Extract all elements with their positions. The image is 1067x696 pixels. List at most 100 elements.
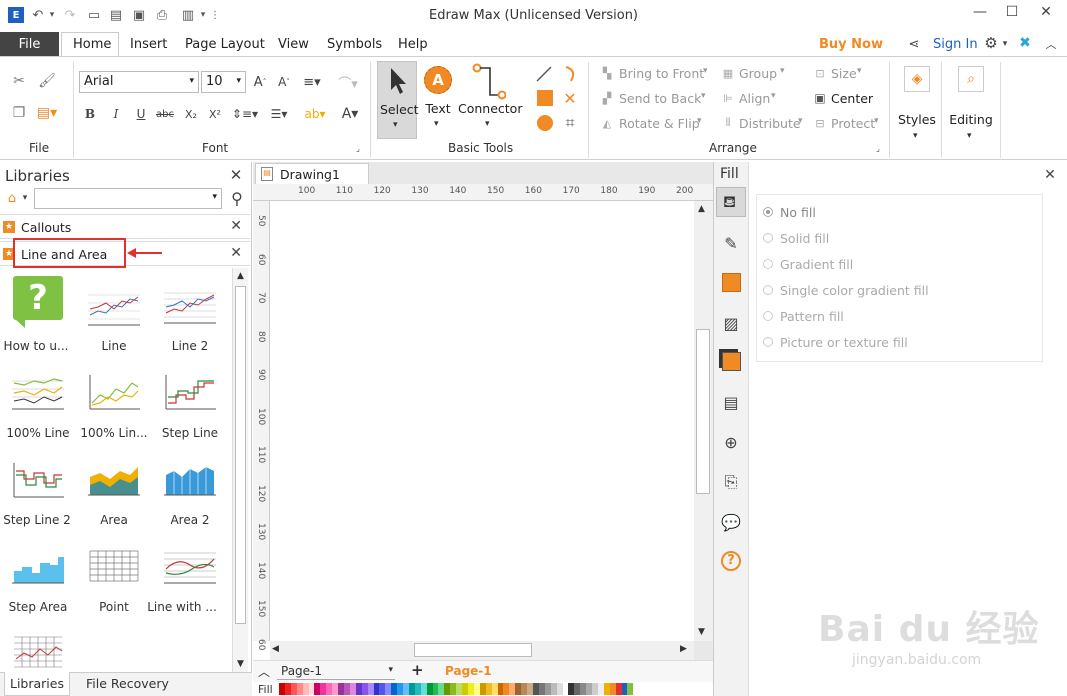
copy-icon[interactable]: ❐ (10, 104, 28, 122)
collapse-ribbon-icon[interactable]: ︿ (1044, 36, 1058, 52)
align-button[interactable]: Align (739, 91, 770, 106)
fill-option-label[interactable]: Solid fill (780, 231, 829, 246)
font-dialog-launcher-icon[interactable]: ⌟ (353, 143, 363, 153)
close-section-icon[interactable]: ✕ (230, 218, 242, 234)
page-select[interactable]: Page-1 ▾ (277, 663, 395, 680)
text-align-icon[interactable]: ≡▾ (300, 73, 324, 91)
select-tool-button[interactable]: Select ▾ (377, 61, 419, 139)
fill-radio-no-fill[interactable] (763, 207, 773, 217)
grow-font-icon[interactable]: A ˄ (252, 73, 268, 91)
strikethrough-icon[interactable]: abc (156, 106, 174, 122)
area-chart-thumb[interactable] (86, 452, 142, 508)
close-libraries-icon[interactable]: ✕ (228, 166, 244, 184)
fill-option-label[interactable]: Gradient fill (780, 257, 853, 272)
line-shape-icon[interactable] (535, 65, 553, 83)
subscript-icon[interactable]: X₂ (183, 106, 199, 122)
help-icon[interactable]: ? (721, 551, 741, 571)
bring-to-front-button[interactable]: Bring to Front (619, 66, 704, 81)
canvas-hscroll-thumb[interactable] (414, 643, 532, 657)
scroll-up-icon[interactable]: ▲ (233, 268, 248, 284)
maximize-button[interactable]: ☐ (1000, 4, 1024, 24)
color-swatch[interactable] (627, 683, 634, 695)
scroll-up-icon[interactable]: ▲ (698, 204, 705, 214)
editing-button[interactable]: ⌕ Editing ▾ (948, 63, 994, 147)
shrink-font-icon[interactable]: A ˅ (276, 73, 292, 91)
fill-option-label[interactable]: Single color gradient fill (780, 283, 929, 298)
tab-help[interactable]: Help (398, 37, 428, 52)
canvas-vscroll-thumb[interactable] (696, 329, 710, 494)
font-color-icon[interactable]: A▾ (336, 105, 364, 123)
send-to-back-button[interactable]: Send to Back (619, 91, 701, 106)
chevron-down-icon[interactable]: ▾ (780, 66, 785, 76)
text-tool-button[interactable]: A Text ▾ (423, 63, 455, 139)
line-style-icon[interactable]: ✎ (719, 231, 743, 255)
library-scrollbar[interactable]: ▲ ▼ (232, 268, 248, 672)
chevron-down-icon[interactable]: ▾ (874, 116, 879, 126)
chevron-down-icon[interactable]: ▾ (701, 91, 706, 101)
fill-option-label[interactable]: Pattern fill (780, 309, 844, 324)
fill-radio-gradient[interactable] (763, 259, 773, 269)
step-line-2-thumb[interactable] (10, 454, 66, 510)
library-section-callouts[interactable]: ★ Callouts ✕ (0, 214, 250, 239)
brand-x-icon[interactable]: ✖ (1017, 35, 1033, 51)
rotate-flip-button[interactable]: Rotate & Flip (619, 116, 700, 131)
chevron-down-icon[interactable]: ▾ (798, 116, 803, 126)
tab-symbols[interactable]: Symbols (327, 37, 382, 52)
tab-page-layout[interactable]: Page Layout (185, 37, 265, 52)
library-scroll-thumb[interactable] (235, 286, 246, 624)
step-line-thumb[interactable] (162, 366, 218, 422)
fill-radio-solid[interactable] (763, 233, 773, 243)
document-tab[interactable]: ▤ Drawing1 (255, 163, 369, 185)
line-spacing-icon[interactable]: ⇕≡▾ (231, 106, 259, 122)
italic-icon[interactable]: I (109, 106, 123, 122)
cross-shape-icon[interactable]: ✕ (561, 89, 579, 108)
fill-panel-button[interactable]: ⛾ (716, 187, 746, 217)
area-2-chart-thumb[interactable] (162, 452, 218, 508)
settings-gear-icon[interactable]: ⚙ (983, 34, 999, 52)
chevron-down-icon[interactable]: ▾ (771, 91, 776, 101)
fill-option-label[interactable]: No fill (780, 205, 816, 220)
bold-icon[interactable]: B (83, 106, 97, 122)
home-icon[interactable]: ⌂ (4, 190, 20, 206)
bullets-icon[interactable]: ☰▾ (265, 106, 293, 122)
attachment-icon[interactable]: ⎘ (719, 470, 743, 494)
cut-icon[interactable]: ✂ (10, 72, 28, 90)
line-2-chart-thumb[interactable] (162, 280, 218, 336)
canvas-vertical-scrollbar[interactable]: ▲ ▼ (694, 201, 713, 641)
rectangle-shape-icon[interactable] (537, 90, 553, 106)
layers-icon[interactable] (722, 352, 741, 371)
scroll-left-icon[interactable]: ◀ (272, 644, 279, 654)
minimize-button[interactable]: — (968, 4, 992, 24)
image-icon[interactable]: ▨ (719, 311, 743, 335)
100-percent-line-2-thumb[interactable] (86, 366, 142, 422)
sign-in-link[interactable]: Sign In (933, 37, 978, 52)
comment-icon[interactable]: 💬 (719, 510, 743, 534)
chevron-down-icon[interactable]: ▾ (857, 66, 862, 76)
chevron-down-icon[interactable]: ▾ (697, 116, 702, 126)
point-chart-thumb[interactable] (86, 540, 142, 596)
collapse-page-bar-icon[interactable]: ︿ (258, 663, 270, 680)
superscript-icon[interactable]: X² (207, 106, 223, 122)
paste-icon[interactable]: ▤▾ (36, 104, 58, 122)
center-button[interactable]: Center (831, 91, 873, 106)
scroll-right-icon[interactable]: ▶ (680, 644, 687, 654)
library-search-input[interactable]: ▾ (34, 188, 222, 209)
hyperlink-globe-icon[interactable]: ⊕ (719, 430, 743, 454)
how-to-help-icon[interactable]: ? (13, 276, 63, 320)
text-direction-icon[interactable]: ⌒▾ (334, 73, 362, 92)
close-fill-panel-icon[interactable]: ✕ (1042, 166, 1058, 184)
ellipse-shape-icon[interactable] (537, 115, 553, 131)
font-size-select[interactable]: 10 ▾ (201, 71, 246, 93)
search-icon[interactable]: ⚲ (228, 189, 246, 208)
distribute-button[interactable]: Distribute (739, 116, 801, 131)
color-swatches[interactable] (279, 683, 634, 695)
format-painter-icon[interactable]: 🖌 (38, 72, 56, 90)
step-area-thumb[interactable] (10, 540, 66, 596)
fill-radio-single-gradient[interactable] (763, 285, 773, 295)
scroll-down-icon[interactable]: ▼ (698, 627, 705, 637)
group-button[interactable]: Group (739, 66, 777, 81)
tab-file-recovery[interactable]: File Recovery (86, 676, 169, 691)
shadow-icon[interactable] (722, 273, 741, 292)
home-dropdown-icon[interactable]: ▾ (20, 190, 30, 206)
connector-tool-button[interactable]: Connector ▾ (458, 63, 522, 139)
